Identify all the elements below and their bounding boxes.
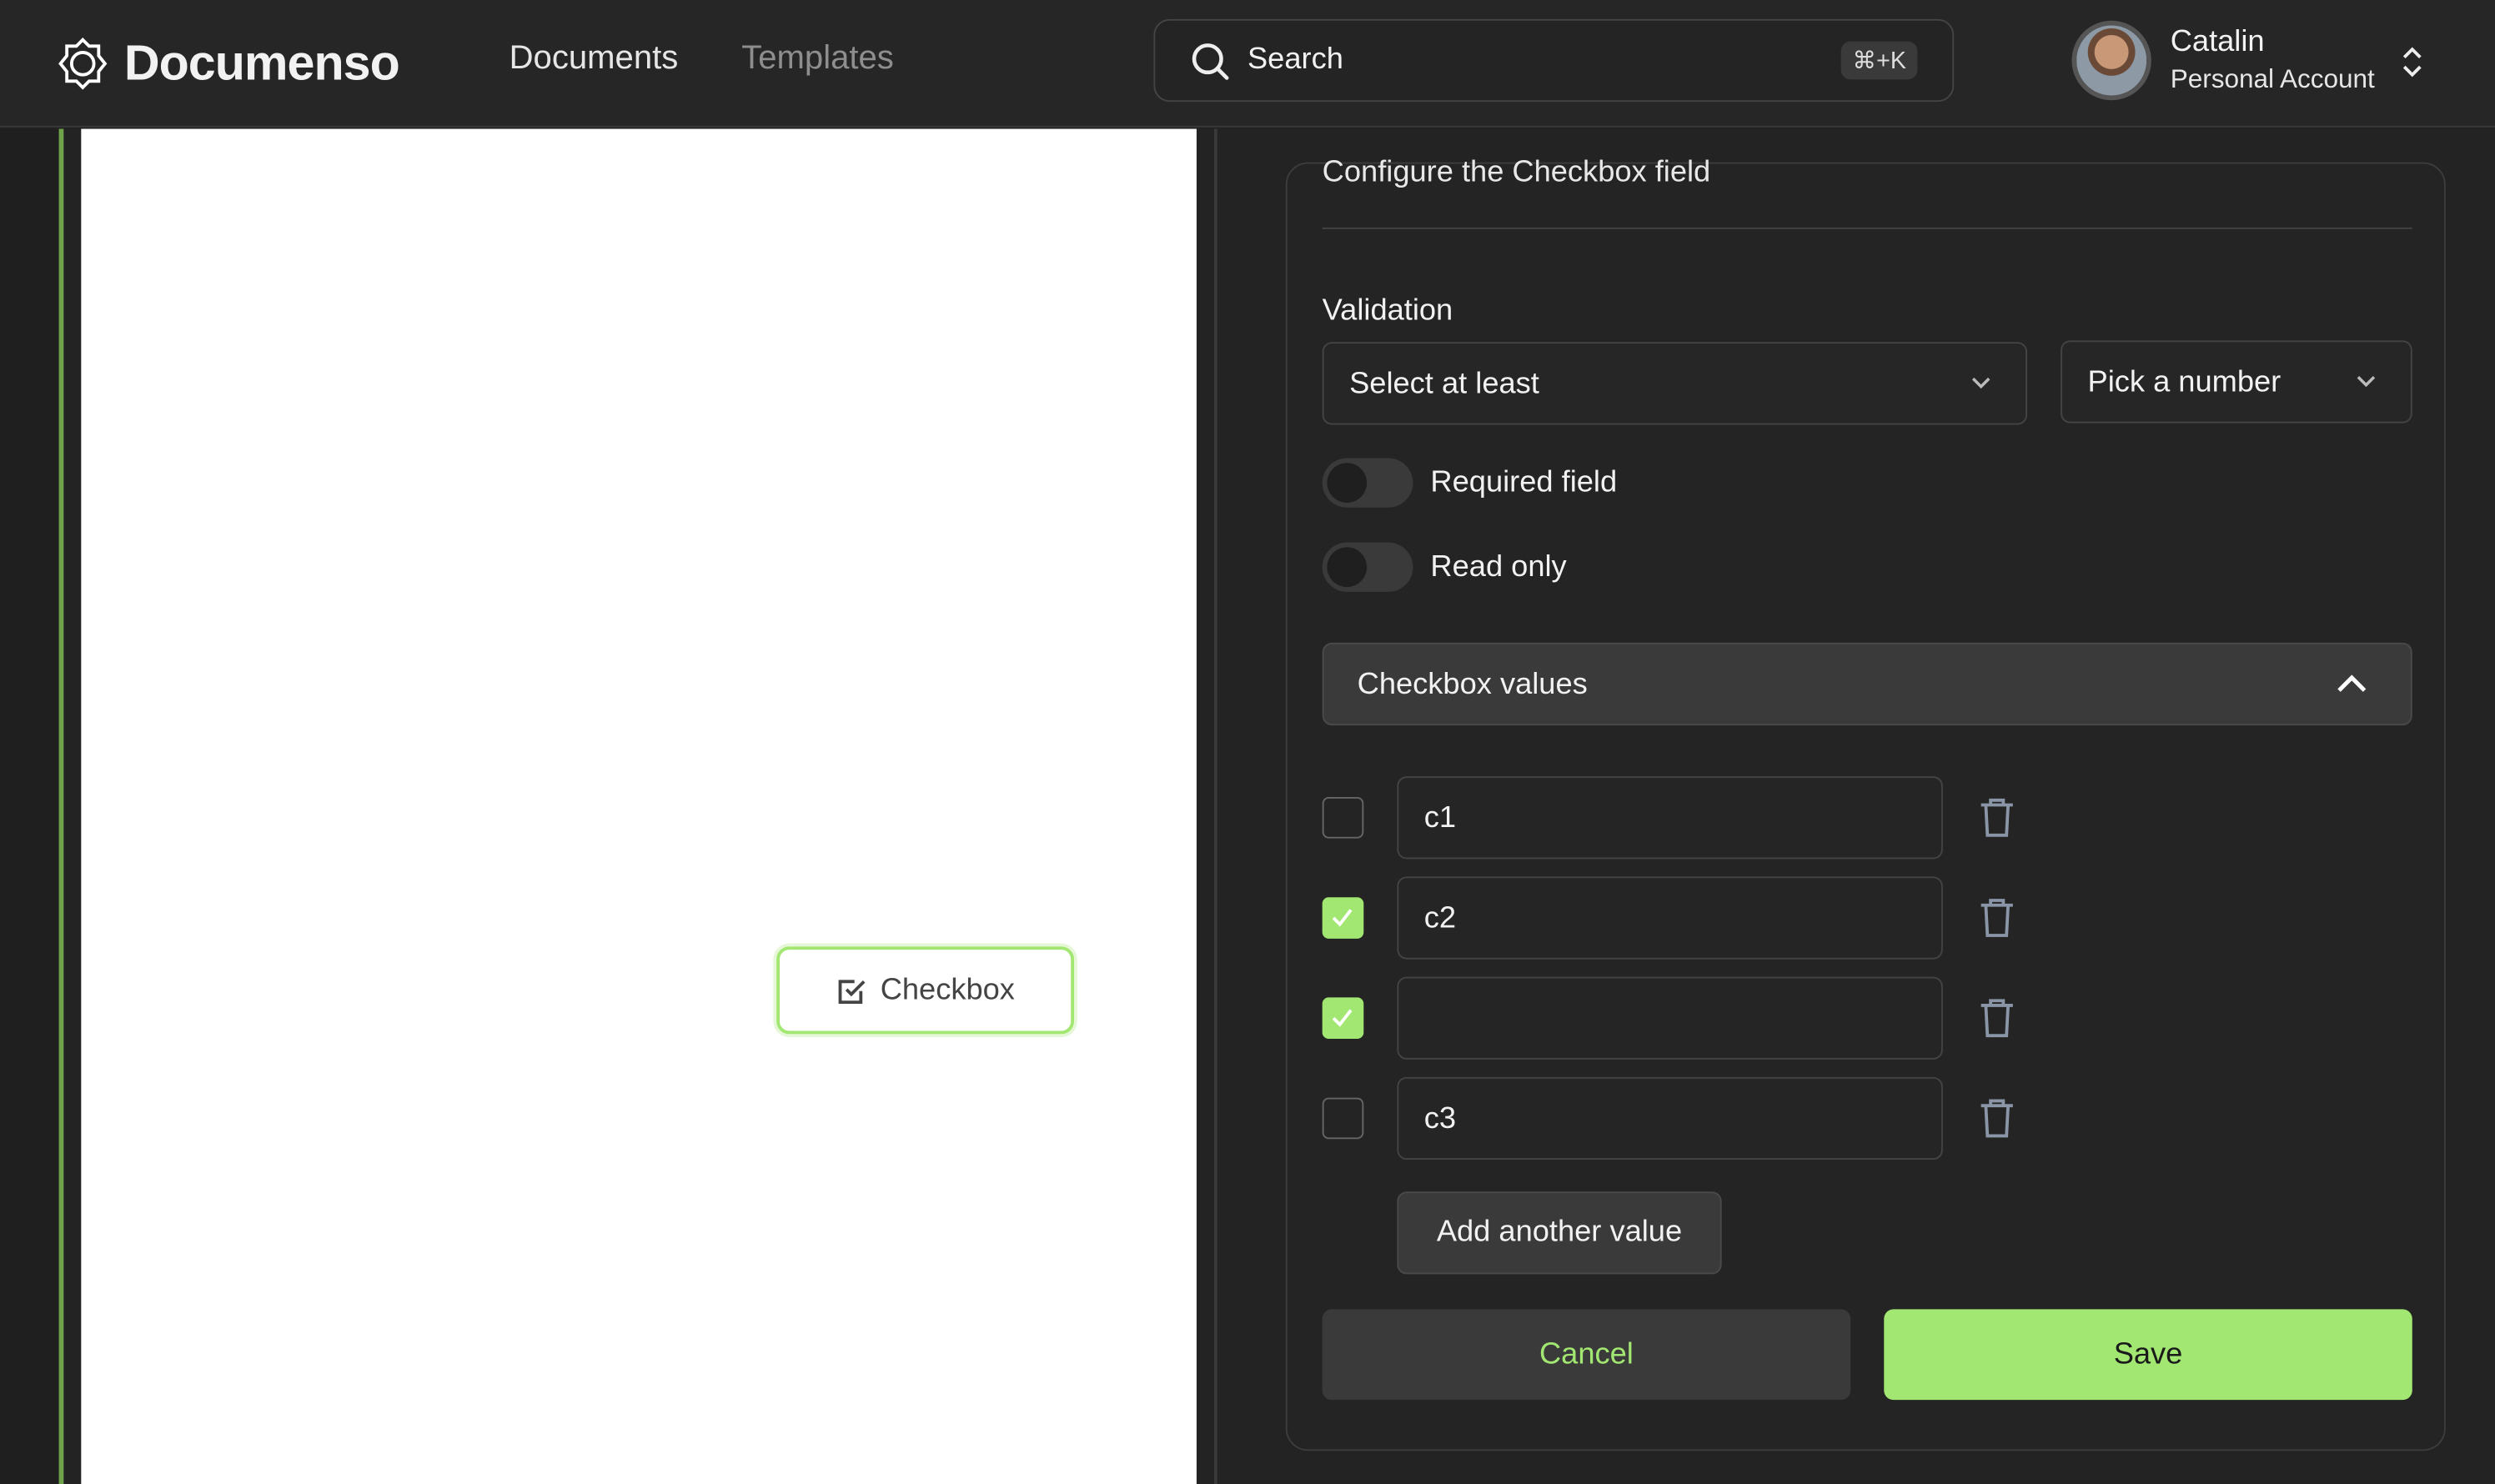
chevron-down-icon — [2357, 376, 2376, 388]
left-sidebar — [0, 128, 59, 1484]
checkbox-field-placeholder[interactable]: Checkbox — [776, 946, 1075, 1035]
brand-name: Documenso — [123, 34, 400, 91]
value-checkbox[interactable] — [1322, 897, 1364, 939]
checkbox-values-accordion[interactable]: Checkbox values — [1322, 642, 2412, 726]
validation-select[interactable]: Select at least — [1322, 342, 2027, 425]
value-text: c1 — [1423, 801, 1457, 835]
checkbox-square-icon — [839, 979, 866, 1004]
number-select-value: Pick a number — [2087, 365, 2282, 399]
readonly-toggle[interactable] — [1322, 542, 1413, 592]
check-icon — [1332, 1009, 1353, 1027]
accordion-title: Checkbox values — [1357, 668, 1588, 702]
brand-logo[interactable]: Documenso — [58, 34, 400, 93]
validation-label: Validation — [1322, 294, 1453, 328]
value-checkbox[interactable] — [1322, 796, 1364, 839]
trash-icon[interactable] — [1978, 897, 2016, 939]
document-page[interactable] — [81, 128, 1197, 1484]
save-button[interactable]: Save — [1884, 1309, 2412, 1401]
value-input[interactable]: c3 — [1397, 1076, 1943, 1161]
search-label: Search — [1247, 43, 1343, 77]
required-toggle[interactable] — [1322, 458, 1413, 508]
chevron-up-icon — [2337, 674, 2367, 692]
value-text: c3 — [1423, 1102, 1457, 1136]
field-config-panel: Configure the Checkbox field Validation … — [1285, 156, 2446, 1451]
divider — [1322, 227, 2412, 229]
required-label: Required field — [1430, 466, 1618, 500]
panel-title: Configure the Checkbox field — [1322, 155, 1711, 190]
avatar[interactable] — [2071, 20, 2151, 101]
account-name[interactable]: Personal Account — [2171, 65, 2375, 95]
divider — [1213, 128, 1217, 1484]
nav-documents[interactable]: Documents — [510, 40, 679, 78]
nav-templates[interactable]: Templates — [741, 40, 894, 78]
user-name[interactable]: Catalin — [2171, 26, 2265, 61]
search-icon — [1192, 43, 1229, 80]
chevron-up-down-icon[interactable] — [2400, 43, 2426, 82]
field-label: Checkbox — [880, 972, 1015, 1006]
add-value-button[interactable]: Add another value — [1397, 1191, 1722, 1275]
search-bar[interactable]: Search ⌘+K — [1153, 18, 1955, 103]
value-checkbox[interactable] — [1322, 997, 1364, 1040]
top-header: Documenso Documents Templates Search ⌘+K… — [0, 0, 2495, 128]
trash-icon[interactable] — [1978, 1098, 2016, 1140]
value-checkbox[interactable] — [1322, 1097, 1364, 1140]
documenso-logo-icon — [58, 38, 108, 90]
value-text: c2 — [1423, 901, 1457, 935]
value-input[interactable] — [1397, 976, 1943, 1060]
page-indicator — [58, 128, 64, 1484]
trash-icon[interactable] — [1978, 797, 2016, 839]
check-icon — [1332, 909, 1353, 927]
value-input[interactable]: c2 — [1397, 876, 1943, 960]
value-input[interactable]: c1 — [1397, 776, 1943, 860]
number-select[interactable]: Pick a number — [2061, 340, 2412, 424]
validation-select-value: Select at least — [1349, 367, 1539, 401]
cancel-button[interactable]: Cancel — [1322, 1309, 1851, 1401]
readonly-label: Read only — [1430, 550, 1567, 584]
trash-icon[interactable] — [1978, 997, 2016, 1039]
search-shortcut: ⌘+K — [1841, 41, 1918, 80]
chevron-down-icon — [1971, 377, 1990, 389]
